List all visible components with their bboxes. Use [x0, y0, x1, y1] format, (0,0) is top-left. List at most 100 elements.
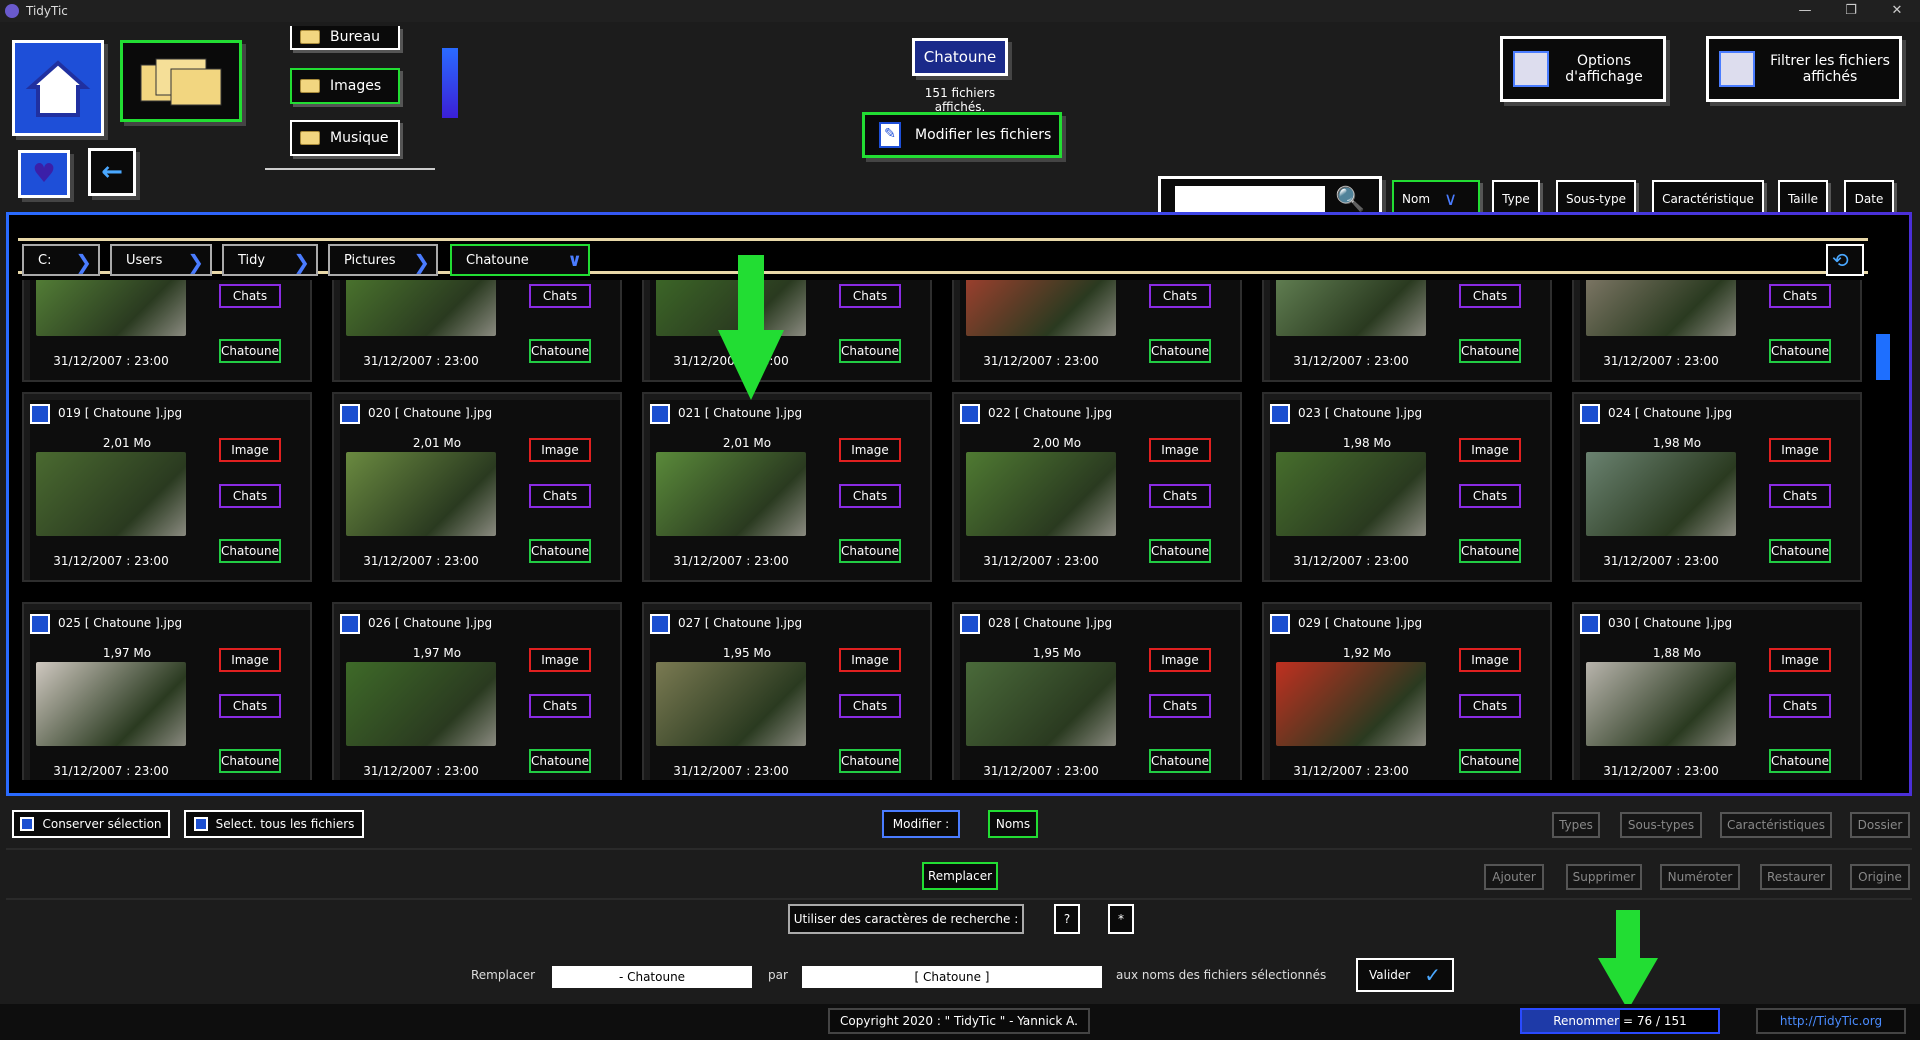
characteristic-tag-button[interactable]: Chatoune	[1149, 749, 1211, 773]
file-thumbnail[interactable]	[346, 452, 496, 536]
file-thumbnail[interactable]	[656, 280, 806, 336]
characteristic-tag-button[interactable]: Chatoune	[1459, 539, 1521, 563]
subtype-tag-button[interactable]: Chats	[1149, 484, 1211, 508]
subtype-tag-button[interactable]: Chats	[219, 694, 281, 718]
search-input[interactable]	[1175, 186, 1326, 212]
type-tag-button[interactable]: Image	[529, 438, 591, 462]
subtypes-button[interactable]: Sous-types	[1620, 812, 1702, 838]
subtype-tag-button[interactable]: Chats	[1769, 484, 1831, 508]
file-checkbox[interactable]	[30, 614, 50, 634]
file-card[interactable]: 028 [ Chatoune ].jpg 1,95 Mo Image 31/12/20…	[952, 602, 1242, 780]
file-thumbnail[interactable]	[1276, 280, 1426, 336]
breadcrumb-pictures[interactable]: Pictures ❯	[328, 244, 438, 276]
select-all-button[interactable]: Select. tous les fichiers	[184, 810, 364, 838]
add-button[interactable]: Ajouter	[1484, 864, 1544, 890]
folder-list-scrollbar[interactable]	[442, 48, 458, 118]
file-thumbnail[interactable]	[1276, 662, 1426, 746]
file-card[interactable]: 31/12/2007 : 23:00 Chats Chatoune	[1572, 280, 1862, 382]
characteristic-tag-button[interactable]: Chatoune	[1149, 339, 1211, 363]
characteristic-tag-button[interactable]: Chatoune	[219, 539, 281, 563]
website-link[interactable]: http://TidyTic.org	[1756, 1008, 1906, 1034]
subtype-tag-button[interactable]: Chats	[839, 284, 901, 308]
characteristic-tag-button[interactable]: Chatoune	[839, 749, 901, 773]
file-checkbox[interactable]	[1270, 404, 1290, 424]
type-tag-button[interactable]: Image	[1149, 438, 1211, 462]
subtype-tag-button[interactable]: Chats	[529, 694, 591, 718]
replace-from-input[interactable]: - Chatoune	[552, 966, 752, 988]
breadcrumb-chatoune[interactable]: Chatoune ∨	[450, 244, 590, 276]
types-button[interactable]: Types	[1552, 812, 1600, 838]
subtype-tag-button[interactable]: Chats	[529, 284, 591, 308]
file-thumbnail[interactable]	[966, 452, 1116, 536]
file-thumbnail[interactable]	[656, 662, 806, 746]
characteristic-tag-button[interactable]: Chatoune	[529, 749, 591, 773]
file-thumbnail[interactable]	[966, 280, 1116, 336]
file-thumbnail[interactable]	[36, 662, 186, 746]
file-card[interactable]: 022 [ Chatoune ].jpg 2,00 Mo Image 31/12/20…	[952, 392, 1242, 582]
file-checkbox[interactable]	[1580, 614, 1600, 634]
subtype-tag-button[interactable]: Chats	[529, 484, 591, 508]
file-card[interactable]: 31/12/2007 : 23:00 Chats Chatoune	[952, 280, 1242, 382]
file-card[interactable]: 021 [ Chatoune ].jpg 2,01 Mo Image 31/12/20…	[642, 392, 932, 582]
breadcrumb-tidy[interactable]: Tidy ❯	[222, 244, 318, 276]
folder-images-button[interactable]: Images	[290, 68, 400, 104]
file-card[interactable]: 023 [ Chatoune ].jpg 1,98 Mo Image 31/12/20…	[1262, 392, 1552, 582]
subtype-tag-button[interactable]: Chats	[1459, 284, 1521, 308]
restore-icon[interactable]: ❐	[1828, 0, 1874, 22]
replace-mode-button[interactable]: Remplacer	[922, 862, 998, 890]
file-thumbnail[interactable]	[36, 280, 186, 336]
file-thumbnail[interactable]	[1586, 452, 1736, 536]
file-card[interactable]: 31/12/2007 : 23:00 Chats Chatoune	[22, 280, 312, 382]
file-thumbnail[interactable]	[1586, 280, 1736, 336]
type-tag-button[interactable]: Image	[219, 438, 281, 462]
type-tag-button[interactable]: Image	[219, 648, 281, 672]
folder-action-button[interactable]: Dossier	[1850, 812, 1910, 838]
characteristic-tag-button[interactable]: Chatoune	[1769, 339, 1831, 363]
file-card[interactable]: 024 [ Chatoune ].jpg 1,98 Mo Image 31/12/20…	[1572, 392, 1862, 582]
subtype-tag-button[interactable]: Chats	[219, 284, 281, 308]
characteristic-tag-button[interactable]: Chatoune	[1459, 749, 1521, 773]
type-tag-button[interactable]: Image	[839, 648, 901, 672]
subtype-tag-button[interactable]: Chats	[1769, 694, 1831, 718]
file-checkbox[interactable]	[1580, 404, 1600, 424]
subtype-tag-button[interactable]: Chats	[1459, 694, 1521, 718]
file-card[interactable]: 31/12/2007 : 23:00 Chats Chatoune	[332, 280, 622, 382]
delete-button[interactable]: Supprimer	[1566, 864, 1642, 890]
subtype-tag-button[interactable]: Chats	[1149, 694, 1211, 718]
characteristic-tag-button[interactable]: Chatoune	[529, 539, 591, 563]
names-button[interactable]: Noms	[988, 810, 1038, 838]
file-checkbox[interactable]	[30, 404, 50, 424]
undo-path-button[interactable]: ⟲	[1826, 244, 1864, 276]
file-checkbox[interactable]	[960, 614, 980, 634]
file-card[interactable]: 31/12/2007 : 23:00 Chats Chatoune	[642, 280, 932, 382]
file-card[interactable]: 31/12/2007 : 23:00 Chats Chatoune	[1262, 280, 1552, 382]
close-icon[interactable]: ✕	[1874, 0, 1920, 22]
file-card[interactable]: 019 [ Chatoune ].jpg 2,01 Mo Image 31/12/20…	[22, 392, 312, 582]
subtype-tag-button[interactable]: Chats	[219, 484, 281, 508]
file-checkbox[interactable]	[650, 614, 670, 634]
grid-scrollbar[interactable]	[1876, 334, 1890, 380]
folders-button[interactable]	[120, 40, 242, 122]
characteristic-tag-button[interactable]: Chatoune	[219, 749, 281, 773]
file-card[interactable]: 030 [ Chatoune ].jpg 1,88 Mo Image 31/12/20…	[1572, 602, 1862, 780]
characteristics-button[interactable]: Caractéristiques	[1720, 812, 1832, 838]
favorites-button[interactable]: ♥	[18, 150, 70, 198]
file-checkbox[interactable]	[650, 404, 670, 424]
file-thumbnail[interactable]	[966, 662, 1116, 746]
origin-button[interactable]: Origine	[1850, 864, 1910, 890]
display-options-button[interactable]: Options d'affichage	[1500, 36, 1666, 102]
subtype-tag-button[interactable]: Chats	[1149, 284, 1211, 308]
file-checkbox[interactable]	[960, 404, 980, 424]
number-button[interactable]: Numéroter	[1660, 864, 1740, 890]
file-thumbnail[interactable]	[346, 280, 496, 336]
search-chars-button[interactable]: Utiliser des caractères de recherche :	[788, 904, 1024, 934]
file-card[interactable]: 020 [ Chatoune ].jpg 2,01 Mo Image 31/12/20…	[332, 392, 622, 582]
file-checkbox[interactable]	[340, 614, 360, 634]
file-thumbnail[interactable]	[346, 662, 496, 746]
type-tag-button[interactable]: Image	[1459, 648, 1521, 672]
subtype-tag-button[interactable]: Chats	[1459, 484, 1521, 508]
modify-files-button[interactable]: ✎ Modifier les fichiers	[862, 112, 1062, 158]
filter-files-button[interactable]: Filtrer les fichiers affichés	[1706, 36, 1902, 102]
file-card[interactable]: 026 [ Chatoune ].jpg 1,97 Mo Image 31/12/20…	[332, 602, 622, 780]
characteristic-tag-button[interactable]: Chatoune	[839, 339, 901, 363]
